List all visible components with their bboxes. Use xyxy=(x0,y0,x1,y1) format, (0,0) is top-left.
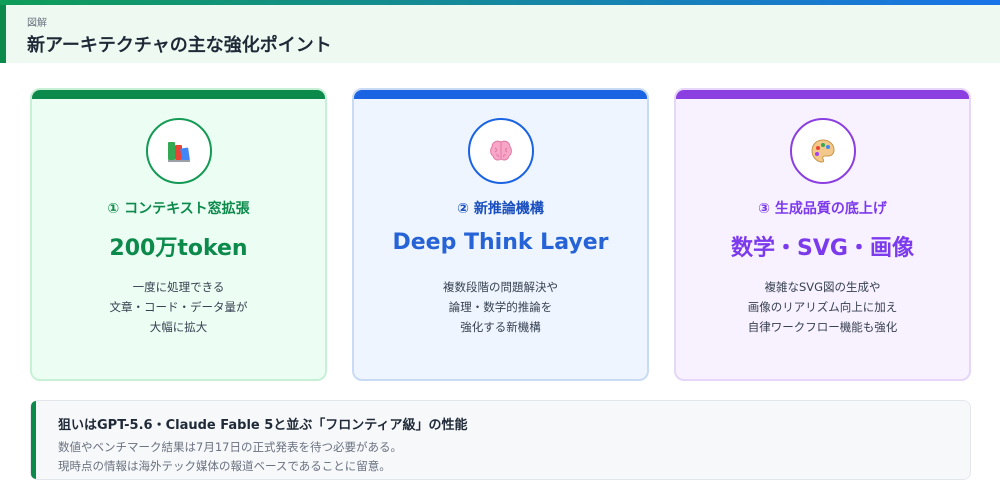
card-description-line: 大幅に拡大 xyxy=(149,320,208,334)
card-description-line: 複雑なSVG図の生成や xyxy=(764,280,881,294)
card-description-line: 一度に処理できる xyxy=(132,280,225,294)
note-line: 現時点の情報は海外テック媒体の報道ベースであることに留意。 xyxy=(58,459,391,473)
note-box: 狙いはGPT-5.6・Claude Fable 5と並ぶ「フロンティア級」の性能… xyxy=(30,400,971,480)
books-icon xyxy=(146,118,212,184)
card-reasoning: ② 新推論機構 Deep Think Layer 複数段階の問題解決や 論理・数… xyxy=(352,88,649,381)
page-title: 新アーキテクチャの主な強化ポイント xyxy=(27,35,332,56)
card-top-bar xyxy=(32,90,325,99)
card-description-line: 強化する新機構 xyxy=(460,320,541,334)
card-generation-quality: ③ 生成品質の底上げ 数学・SVG・画像 複雑なSVG図の生成や 画像のリアリズ… xyxy=(674,88,971,381)
card-description-line: 論理・数学的推論を xyxy=(448,300,553,314)
note-line: 数値やベンチマーク結果は7月17日の正式発表を待つ必要がある。 xyxy=(58,440,402,454)
card-description: 複雑なSVG図の生成や 画像のリアリズム向上に加え 自律ワークフロー機能も強化 xyxy=(676,277,969,337)
card-highlight: Deep Think Layer xyxy=(392,230,609,255)
card-title: ③ 生成品質の底上げ xyxy=(758,201,887,217)
header-accent-bar xyxy=(0,5,6,63)
palette-icon xyxy=(790,118,856,184)
header-label: 図解 xyxy=(27,18,47,29)
card-description-line: 画像のリアリズム向上に加え xyxy=(747,300,898,314)
card-description: 複数段階の問題解決や 論理・数学的推論を 強化する新機構 xyxy=(354,277,647,337)
card-title: ② 新推論機構 xyxy=(457,201,544,217)
note-title: 狙いはGPT-5.6・Claude Fable 5と並ぶ「フロンティア級」の性能 xyxy=(58,418,468,433)
card-highlight: 数学・SVG・画像 xyxy=(731,236,914,261)
card-description-line: 複数段階の問題解決や xyxy=(443,280,558,294)
card-context-window: ① コンテキスト窓拡張 200万token 一度に処理できる 文章・コード・デー… xyxy=(30,88,327,381)
note-accent-bar xyxy=(31,401,36,479)
brain-icon xyxy=(468,118,534,184)
card-description: 一度に処理できる 文章・コード・データ量が 大幅に拡大 xyxy=(32,277,325,337)
card-top-bar xyxy=(354,90,647,99)
card-description-line: 自律ワークフロー機能も強化 xyxy=(747,320,898,334)
card-title: ① コンテキスト窓拡張 xyxy=(107,201,250,217)
card-description-line: 文章・コード・データ量が xyxy=(109,300,248,314)
card-top-bar xyxy=(676,90,969,99)
card-highlight: 200万token xyxy=(109,236,248,261)
